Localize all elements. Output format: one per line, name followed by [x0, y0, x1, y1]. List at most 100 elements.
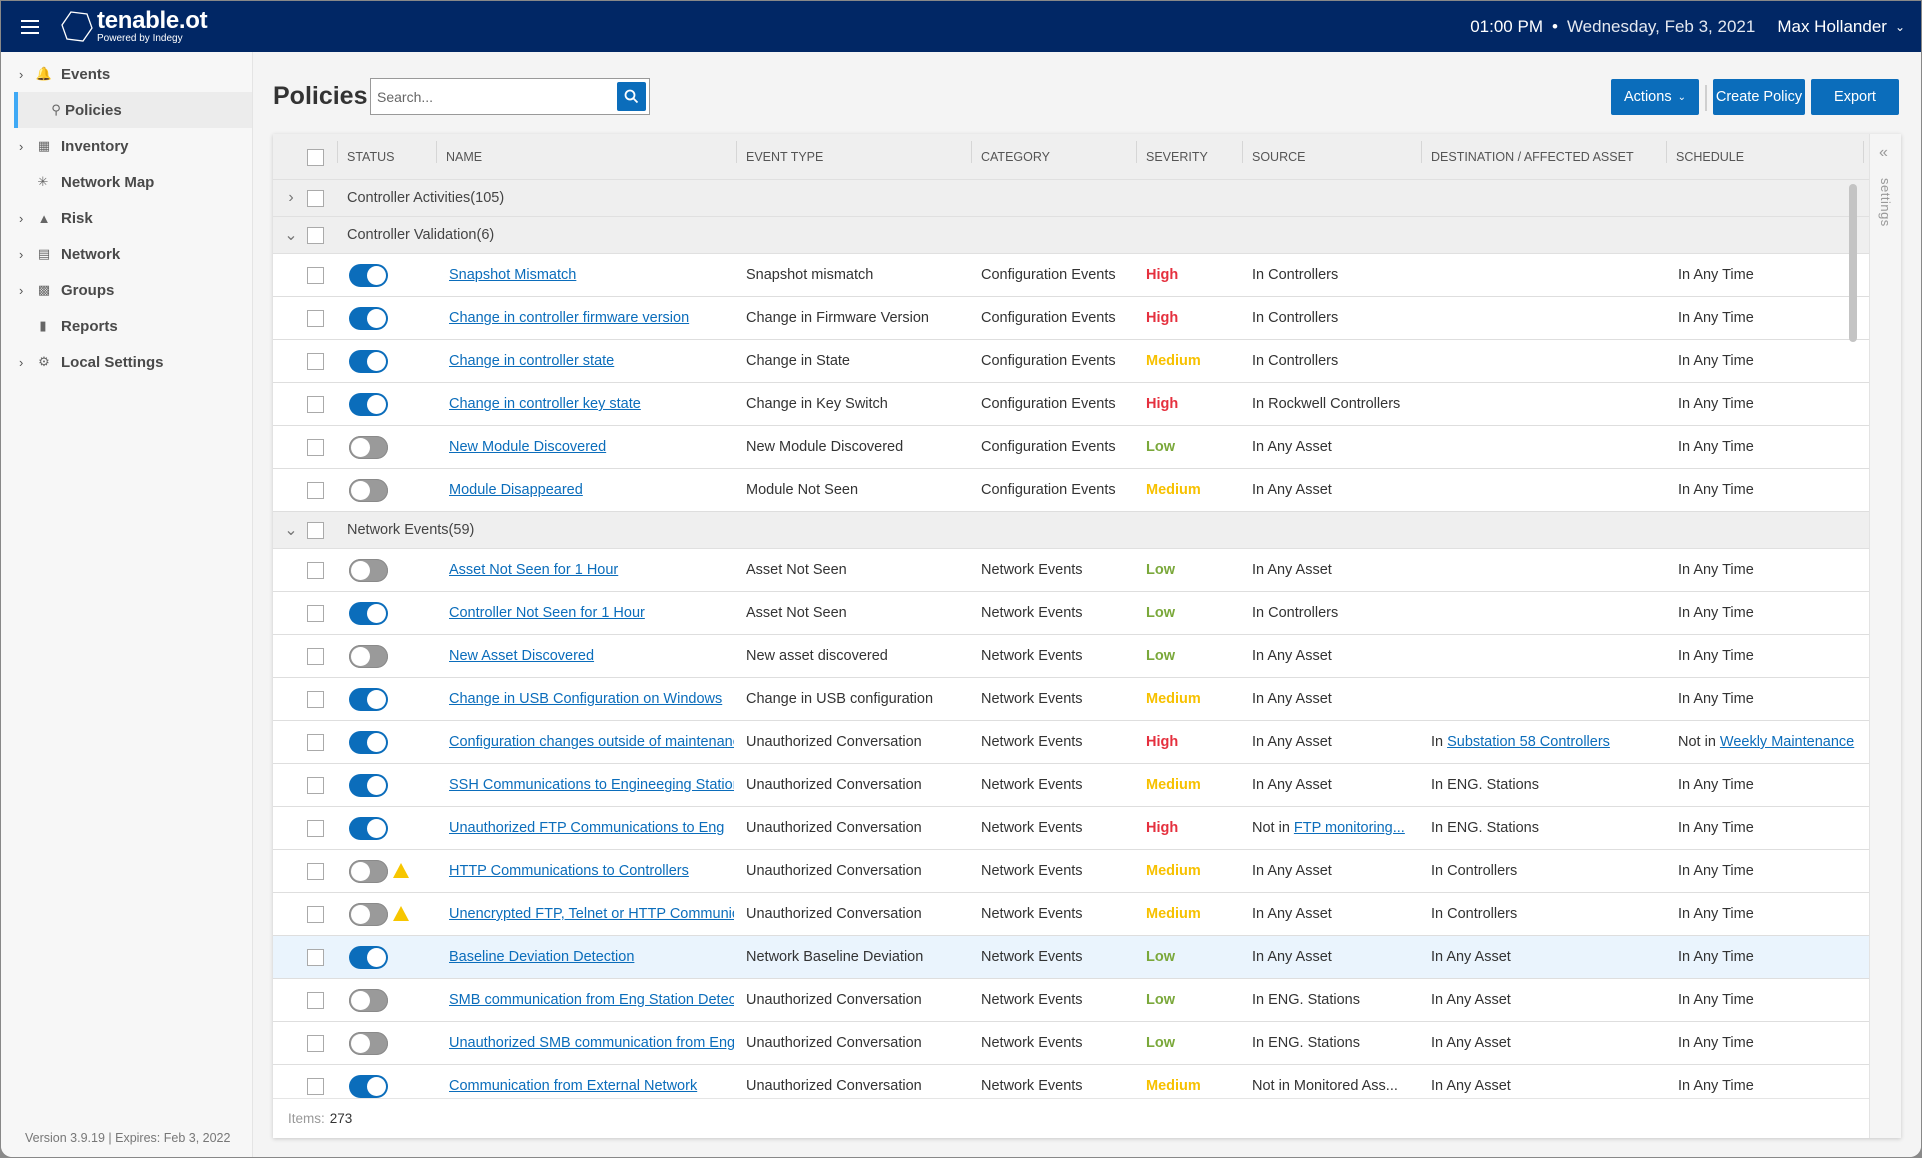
status-toggle[interactable]: [349, 731, 388, 754]
table-row[interactable]: Change in controller firmware version Cha…: [273, 297, 1869, 340]
status-toggle[interactable]: [349, 645, 388, 668]
user-menu[interactable]: Max Hollander ⌄: [1777, 17, 1905, 37]
row-checkbox[interactable]: [307, 992, 324, 1009]
group-checkbox[interactable]: [307, 226, 324, 244]
table-row[interactable]: Baseline Deviation Detection Network Base…: [273, 936, 1869, 979]
sidebar-item-inventory[interactable]: › ▦ Inventory: [1, 128, 252, 164]
column-event-type[interactable]: EVENT TYPE: [736, 134, 971, 180]
policy-name-link[interactable]: New Module Discovered: [449, 439, 606, 455]
row-checkbox[interactable]: [307, 1078, 324, 1095]
chevron-right-icon[interactable]: ›: [19, 355, 23, 370]
status-toggle[interactable]: [349, 436, 388, 459]
policy-name-link[interactable]: Asset Not Seen for 1 Hour: [449, 562, 618, 578]
sidebar-item-events[interactable]: › 🔔 Events: [1, 56, 252, 92]
sidebar-item-groups[interactable]: › ▩ Groups: [1, 272, 252, 308]
table-row[interactable]: Change in controller state Change in Stat…: [273, 340, 1869, 383]
row-checkbox[interactable]: [307, 482, 324, 499]
table-row[interactable]: New Asset Discovered New asset discovered…: [273, 635, 1869, 678]
group-checkbox[interactable]: [307, 521, 324, 539]
vertical-scrollbar[interactable]: [1849, 184, 1857, 342]
chevron-right-icon[interactable]: ›: [283, 189, 299, 207]
column-status[interactable]: STATUS: [337, 134, 425, 180]
table-row[interactable]: Controller Not Seen for 1 Hour Asset Not …: [273, 592, 1869, 635]
table-row[interactable]: Unauthorized SMB communication from Eng U…: [273, 1022, 1869, 1065]
row-checkbox[interactable]: [307, 353, 324, 370]
sidebar-item-reports[interactable]: ▮ Reports: [1, 308, 252, 344]
group-row[interactable]: ⌄ Controller Validation(6): [273, 217, 1869, 254]
status-toggle[interactable]: [349, 350, 388, 373]
policy-name-link[interactable]: SSH Communications to Engineeging Statio…: [449, 777, 734, 793]
status-toggle[interactable]: [349, 264, 388, 287]
menu-icon[interactable]: [21, 19, 39, 34]
row-checkbox[interactable]: [307, 605, 324, 622]
status-toggle[interactable]: [349, 559, 388, 582]
status-toggle[interactable]: [349, 903, 388, 926]
status-toggle[interactable]: [349, 602, 388, 625]
sidebar-item-local-settings[interactable]: › ⚙ Local Settings: [1, 344, 252, 380]
status-toggle[interactable]: [349, 1032, 388, 1055]
chevron-right-icon[interactable]: ›: [19, 283, 23, 298]
status-toggle[interactable]: [349, 989, 388, 1012]
policy-name-link[interactable]: New Asset Discovered: [449, 648, 594, 664]
policy-name-link[interactable]: SMB communication from Eng Station Detec…: [449, 992, 734, 1008]
search-button[interactable]: [617, 82, 646, 111]
chevron-right-icon[interactable]: ›: [19, 67, 23, 82]
policy-name-link[interactable]: Change in controller state: [449, 353, 614, 369]
destination-group-link[interactable]: Substation 58 Controllers: [1447, 734, 1610, 750]
policy-name-link[interactable]: Communication from External Network: [449, 1078, 697, 1094]
row-checkbox[interactable]: [307, 439, 324, 456]
row-checkbox[interactable]: [307, 820, 324, 837]
chevron-down-icon[interactable]: ⌄: [283, 520, 299, 540]
row-checkbox[interactable]: [307, 1035, 324, 1052]
policy-name-link[interactable]: Unencrypted FTP, Telnet or HTTP Communic…: [449, 906, 734, 922]
column-schedule[interactable]: SCHEDULE: [1666, 134, 1866, 180]
source-group-link[interactable]: FTP monitoring...: [1294, 820, 1405, 836]
policy-name-link[interactable]: Controller Not Seen for 1 Hour: [449, 605, 645, 621]
status-toggle[interactable]: [349, 688, 388, 711]
table-row[interactable]: Change in controller key state Change in …: [273, 383, 1869, 426]
policy-name-link[interactable]: Unauthorized SMB communication from Eng: [449, 1035, 734, 1051]
policy-name-link[interactable]: Change in controller key state: [449, 396, 641, 412]
chevron-down-icon[interactable]: ⌄: [283, 225, 299, 245]
export-button[interactable]: Export: [1811, 79, 1899, 115]
schedule-link[interactable]: Weekly Maintenance: [1720, 734, 1854, 750]
group-row[interactable]: › Controller Activities(105): [273, 180, 1869, 217]
group-checkbox[interactable]: [307, 189, 324, 207]
row-checkbox[interactable]: [307, 691, 324, 708]
column-name[interactable]: NAME: [436, 134, 736, 180]
policy-name-link[interactable]: Baseline Deviation Detection: [449, 949, 634, 965]
column-category[interactable]: CATEGORY: [971, 134, 1136, 180]
table-row[interactable]: Unencrypted FTP, Telnet or HTTP Communic…: [273, 893, 1869, 936]
column-severity[interactable]: SEVERITY: [1136, 134, 1242, 180]
search-input[interactable]: [371, 88, 617, 105]
row-checkbox[interactable]: [307, 648, 324, 665]
chevron-right-icon[interactable]: ›: [19, 247, 23, 262]
policy-name-link[interactable]: Module Disappeared: [449, 482, 583, 498]
column-source[interactable]: SOURCE: [1242, 134, 1422, 180]
policy-name-link[interactable]: Change in USB Configuration on Windows: [449, 691, 722, 707]
group-row[interactable]: ⌄ Network Events(59): [273, 512, 1869, 549]
status-toggle[interactable]: [349, 307, 388, 330]
row-checkbox[interactable]: [307, 734, 324, 751]
actions-button[interactable]: Actions ⌄: [1611, 79, 1699, 115]
sidebar-item-policies[interactable]: ⚲ Policies: [14, 92, 252, 128]
table-row[interactable]: New Module Discovered New Module Discover…: [273, 426, 1869, 469]
policy-name-link[interactable]: Unauthorized FTP Communications to Eng: [449, 820, 724, 836]
table-row[interactable]: Unauthorized FTP Communications to Eng Un…: [273, 807, 1869, 850]
table-row[interactable]: Asset Not Seen for 1 Hour Asset Not Seen N…: [273, 549, 1869, 592]
policy-name-link[interactable]: HTTP Communications to Controllers: [449, 863, 689, 879]
sidebar-item-network-map[interactable]: ✳ Network Map: [1, 164, 252, 200]
row-checkbox[interactable]: [307, 777, 324, 794]
table-row[interactable]: Configuration changes outside of mainten…: [273, 721, 1869, 764]
policy-name-link[interactable]: Configuration changes outside of mainten…: [449, 734, 734, 750]
row-checkbox[interactable]: [307, 267, 324, 284]
table-row[interactable]: Change in USB Configuration on Windows Ch…: [273, 678, 1869, 721]
table-row[interactable]: Snapshot Mismatch Snapshot mismatch Config…: [273, 254, 1869, 297]
column-destination[interactable]: DESTINATION / AFFECTED ASSET: [1421, 134, 1666, 180]
create-policy-button[interactable]: Create Policy: [1713, 79, 1805, 115]
policy-name-link[interactable]: Change in controller firmware version: [449, 310, 689, 326]
row-checkbox[interactable]: [307, 863, 324, 880]
table-row[interactable]: SSH Communications to Engineeging Statio…: [273, 764, 1869, 807]
policy-name-link[interactable]: Snapshot Mismatch: [449, 267, 576, 283]
table-row[interactable]: Module Disappeared Module Not Seen Configu…: [273, 469, 1869, 512]
